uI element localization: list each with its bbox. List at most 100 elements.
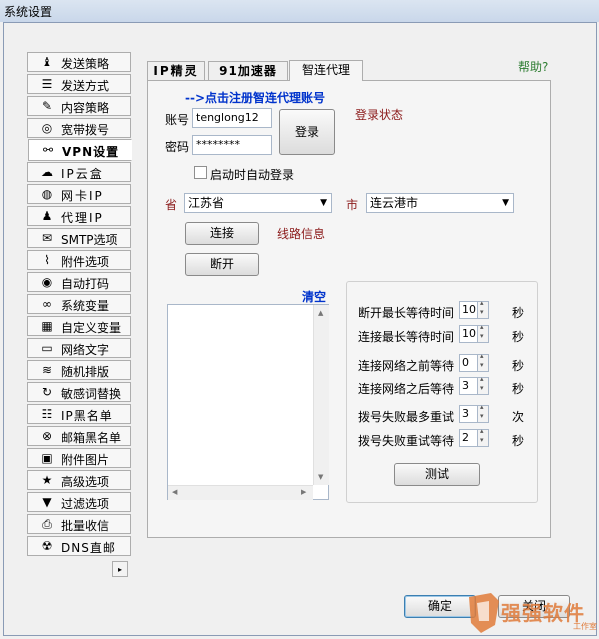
register-account-link[interactable]: -->点击注册智连代理账号 [185,89,325,106]
sidebar-item-broadband-dial[interactable]: ◎ 宽带拨号 [27,118,131,138]
link-icon: ⚯ [42,143,54,157]
sidebar-item-smtp-options[interactable]: ✉ SMTP选项 [27,228,131,248]
sidebar-item-network-text[interactable]: ▭ 网络文字 [27,338,131,358]
sidebar-item-label: VPN设置 [62,145,120,159]
sidebar-item-label: 随机排版 [61,365,110,379]
sidebar-item-content-strategy[interactable]: ✎ 内容策略 [27,96,131,116]
sidebar-item-filter-options[interactable]: ▼ 过滤选项 [27,492,131,512]
sidebar-scroll-right-button[interactable]: ▸ [112,561,128,577]
scroll-left-icon: ◀ [172,488,178,496]
cloud-icon: ☁ [41,165,53,179]
autologin-label: 启动时自动登录 [210,168,295,182]
city-label: 市 [346,198,359,212]
connect-button[interactable]: 连接 [185,222,259,245]
sidebar-item-attachment-images[interactable]: ▣ 附件图片 [27,448,131,468]
sidebar-item-random-layout[interactable]: ≋ 随机排版 [27,360,131,380]
login-button[interactable]: 登录 [279,109,335,155]
infinity-icon: ∞ [42,297,52,311]
setting-label: 拨号失败重试等待 [358,434,455,448]
chevron-right-icon: ▸ [117,565,122,574]
connect-timeout-spinner[interactable] [477,323,489,343]
scroll-right-icon: ▶ [301,488,307,496]
line-info-label: 线路信息 [277,227,326,241]
window-title: 系统设置 [4,5,53,19]
tab-zhilian-proxy[interactable]: 智连代理 [289,60,363,81]
sidebar-item-send-method[interactable]: ☰ 发送方式 [27,74,131,94]
user-tree-icon: ♟ [41,209,53,223]
eye-icon: ◉ [41,275,53,289]
list-icon: ☰ [41,77,53,91]
setting-unit: 秒 [512,382,525,396]
tab-label: 91加速器 [219,64,277,78]
province-label: 省 [165,198,178,212]
clear-log-link[interactable]: 清空 [302,288,326,305]
chess-piece-icon: ♝ [41,55,53,69]
image-icon: ▣ [41,451,53,465]
sidebar-item-proxy-ip[interactable]: ♟ 代理IP [27,206,131,226]
sidebar-item-ip-cloud-box[interactable]: ☁ IP云盒 [27,162,131,182]
help-link[interactable]: 帮助? [518,58,548,75]
sidebar-item-label: 发送策略 [61,57,110,71]
tab-ip-genie[interactable]: IP精灵 [147,61,205,81]
sidebar-item-label: IP黑名单 [61,409,113,423]
sidebar-item-send-strategy[interactable]: ♝ 发送策略 [27,52,131,72]
sidebar-item-custom-variables[interactable]: ▦ 自定义变量 [27,316,131,336]
tab-label: IP精灵 [153,64,199,78]
sidebar-item-attachment-options[interactable]: ⌇ 附件选项 [27,250,131,270]
tab-91-accelerator[interactable]: 91加速器 [208,61,288,81]
paperclip-icon: ⌇ [44,253,50,267]
sidebar-item-label: IP云盒 [61,167,104,181]
password-field[interactable]: ******** [192,135,272,155]
title-bar: 系统设置 [0,0,599,22]
setting-unit: 秒 [512,306,525,320]
password-label: 密码 [165,140,190,154]
sidebar-item-label: 自动打码 [61,277,110,291]
setting-unit: 秒 [512,434,525,448]
sidebar-item-advanced-options[interactable]: ★ 高级选项 [27,470,131,490]
sidebar-item-label: 附件选项 [61,255,110,269]
autologin-checkbox[interactable] [194,166,207,179]
city-select[interactable]: 连云港市 ▼ [366,193,514,213]
city-value: 连云港市 [370,196,419,210]
globe-icon: ◎ [41,121,53,135]
account-label: 账号 [165,113,190,127]
sidebar-item-system-variables[interactable]: ∞ 系统变量 [27,294,131,314]
sidebar-item-vpn-settings[interactable]: ⚯ VPN设置 [28,139,132,161]
log-vertical-scrollbar[interactable]: ▲ ▼ [313,305,329,485]
retry-wait-spinner[interactable] [477,427,489,447]
test-button[interactable]: 测试 [394,463,480,486]
watermark-subtext: 工作室 [573,622,597,631]
sidebar-item-auto-captcha[interactable]: ◉ 自动打码 [27,272,131,292]
log-horizontal-scrollbar[interactable]: ◀ ▶ [168,485,313,500]
max-retry-spinner[interactable] [477,403,489,423]
sidebar-item-ip-blacklist[interactable]: ☷ IP黑名单 [27,404,131,424]
log-textarea[interactable] [167,304,329,500]
sidebar-item-label: 批量收信 [61,519,110,533]
pre-connect-wait-spinner[interactable] [477,352,489,372]
list-icon: ☷ [41,407,53,421]
sidebar-item-email-blacklist[interactable]: ⊗ 邮箱黑名单 [27,426,131,446]
setting-label: 连接网络之前等待 [358,359,455,373]
chevron-down-icon: ▼ [320,198,327,208]
post-connect-wait-spinner[interactable] [477,375,489,395]
account-field[interactable]: tenglong12 [192,108,272,128]
sidebar-item-sensitive-words[interactable]: ↻ 敏感词替换 [27,382,131,402]
province-select[interactable]: 江苏省 ▼ [184,193,332,213]
disconnect-timeout-spinner[interactable] [477,299,489,319]
sidebar-item-dns-direct[interactable]: ☢ DNS直邮 [27,536,131,556]
scroll-down-icon: ▼ [318,473,324,481]
sidebar-item-nic-ip[interactable]: ◍ 网卡IP [27,184,131,204]
tab-label: 智连代理 [301,63,350,77]
sidebar-item-label: 网卡IP [61,189,104,203]
book-icon: ▭ [41,341,53,355]
sidebar-item-label: 网络文字 [61,343,110,357]
scroll-up-icon: ▲ [318,309,324,317]
sidebar-item-label: 敏感词替换 [61,387,122,401]
pencil-icon: ✎ [41,99,53,113]
sidebar-item-batch-receive[interactable]: ⎙ 批量收信 [27,514,131,534]
sidebar-item-label: 过滤选项 [61,497,110,511]
filter-icon: ▼ [42,495,52,509]
sidebar-item-label: 内容策略 [61,101,110,115]
disconnect-button[interactable]: 断开 [185,253,259,276]
radiation-icon: ☢ [41,539,53,553]
